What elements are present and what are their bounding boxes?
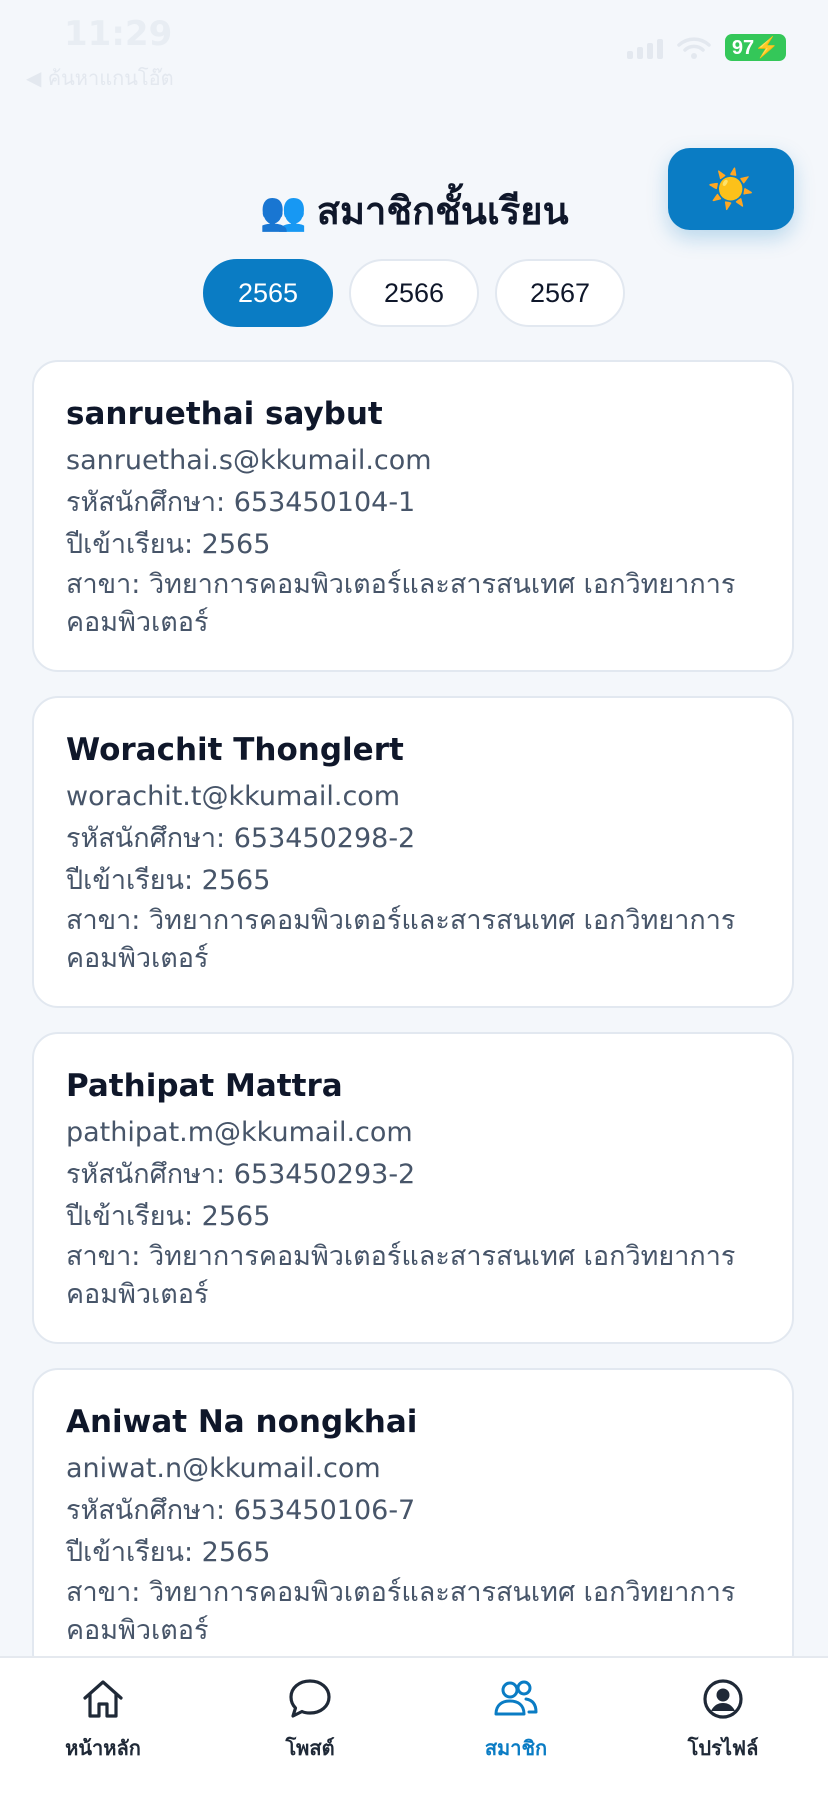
status-icons: 97⚡ (626, 34, 786, 61)
page-title-text: สมาชิกชั้นเรียน (316, 189, 569, 233)
member-major-line1: สาขา: วิทยาการคอมพิวเตอร์และสารสนเทศ เอก… (66, 569, 736, 600)
member-major-line1: สาขา: วิทยาการคอมพิวเตอร์และสารสนเทศ เอก… (66, 1577, 736, 1608)
nav-item-home[interactable]: หน้าหลัก (23, 1676, 183, 1764)
nav-label-posts: โพสต์ (285, 1736, 335, 1760)
member-email: worachit.t@kkumail.com (66, 781, 401, 812)
member-email: pathipat.m@kkumail.com (66, 1117, 413, 1148)
member-name: Worachit Thonglert (66, 732, 404, 768)
people-icon (494, 1680, 538, 1716)
member-entry-year: ปีเข้าเรียน: 2565 (66, 1537, 271, 1568)
people-icon: 👥 (259, 189, 307, 233)
member-student-id: รหัสนักศึกษา: 653450293-2 (66, 1159, 416, 1190)
member-entry-year: ปีเข้าเรียน: 2565 (66, 1201, 271, 1232)
nav-item-profile[interactable]: โปรไฟล์ (643, 1676, 803, 1764)
member-student-id: รหัสนักศึกษา: 653450104-1 (66, 487, 416, 518)
member-name: Aniwat Na nongkhai (66, 1404, 418, 1440)
year-tab-2565[interactable]: 2565 (203, 259, 333, 327)
member-name: sanruethai saybut (66, 396, 383, 432)
nav-item-members[interactable]: สมาชิก (436, 1676, 596, 1764)
year-tab-2566[interactable]: 2566 (349, 259, 479, 327)
signal-icon (626, 37, 663, 59)
back-to-app-link[interactable]: ◀ ค้นหาแกนโอ๊ต (26, 62, 174, 94)
member-card[interactable]: sanruethai saybut sanruethai.s@kkumail.c… (32, 360, 794, 672)
profile-icon (703, 1679, 743, 1719)
status-time: 11:29 (64, 14, 173, 54)
member-major-line1: สาขา: วิทยาการคอมพิวเตอร์และสารสนเทศ เอก… (66, 1241, 736, 1272)
status-bar: 11:29 ◀ ค้นหาแกนโอ๊ต 97⚡ (0, 0, 828, 96)
member-name: Pathipat Mattra (66, 1068, 343, 1104)
bottom-nav: หน้าหลัก โพสต์ สมาชิก โปรไฟล์ (0, 1656, 828, 1794)
year-tabs: 2565 2566 2567 (0, 259, 828, 327)
member-email: aniwat.n@kkumail.com (66, 1453, 381, 1484)
nav-label-members: สมาชิก (484, 1736, 548, 1760)
wifi-icon (677, 36, 711, 59)
nav-label-home: หน้าหลัก (65, 1736, 141, 1760)
member-student-id: รหัสนักศึกษา: 653450106-7 (66, 1495, 416, 1526)
battery-level: 97 (731, 37, 755, 59)
member-major-line2: คอมพิวเตอร์ (66, 607, 209, 638)
year-tab-2567[interactable]: 2567 (495, 259, 625, 327)
chat-icon (289, 1679, 331, 1718)
member-list: sanruethai saybut sanruethai.s@kkumail.c… (32, 360, 794, 1704)
member-card[interactable]: Pathipat Mattra pathipat.m@kkumail.com ร… (32, 1032, 794, 1344)
member-card[interactable]: Aniwat Na nongkhai aniwat.n@kkumail.com … (32, 1368, 794, 1680)
member-entry-year: ปีเข้าเรียน: 2565 (66, 865, 271, 896)
nav-item-posts[interactable]: โพสต์ (230, 1676, 390, 1764)
member-major-line1: สาขา: วิทยาการคอมพิวเตอร์และสารสนเทศ เอก… (66, 905, 736, 936)
member-major-line2: คอมพิวเตอร์ (66, 1615, 209, 1646)
nav-label-profile: โปรไฟล์ (687, 1736, 759, 1760)
member-major-line2: คอมพิวเตอร์ (66, 1279, 209, 1310)
member-entry-year: ปีเข้าเรียน: 2565 (66, 529, 271, 560)
page-title: 👥 สมาชิกชั้นเรียน (0, 180, 828, 241)
member-major-line2: คอมพิวเตอร์ (66, 943, 209, 974)
battery-indicator: 97⚡ (724, 34, 786, 61)
member-card[interactable]: Worachit Thonglert worachit.t@kkumail.co… (32, 696, 794, 1008)
member-email: sanruethai.s@kkumail.com (66, 445, 432, 476)
member-student-id: รหัสนักศึกษา: 653450298-2 (66, 823, 416, 854)
home-icon (83, 1680, 123, 1718)
